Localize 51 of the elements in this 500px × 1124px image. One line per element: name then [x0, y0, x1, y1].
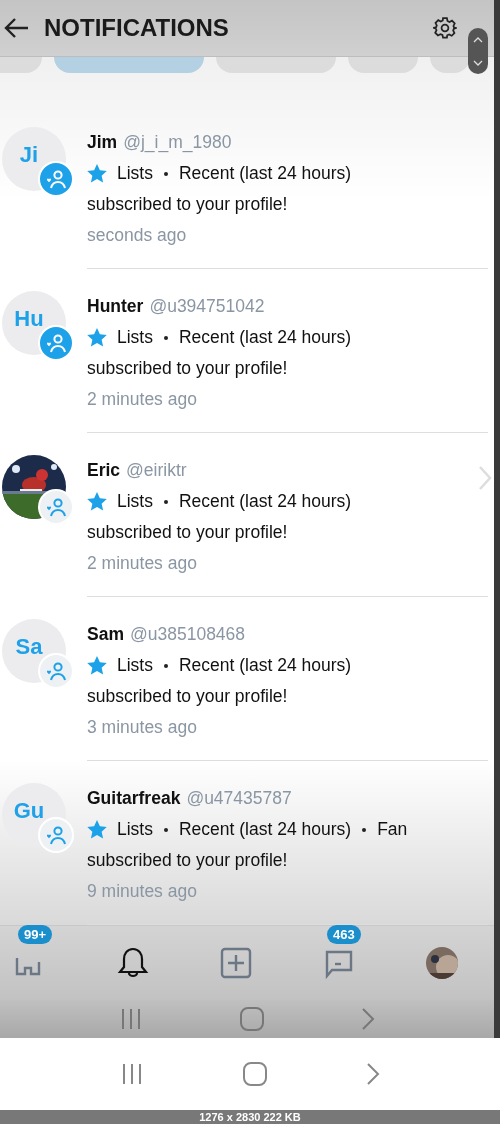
notification-time: 2 minutes ago [87, 553, 197, 574]
home-icon[interactable] [243, 1062, 267, 1086]
list-tag[interactable]: Recent (last 24 hours) [179, 163, 352, 184]
notification-message: subscribed to your profile! [87, 358, 288, 379]
notification-message: subscribed to your profile! [87, 194, 288, 215]
list-tag[interactable]: Lists [117, 655, 153, 676]
separator-dot [164, 827, 168, 832]
user-name[interactable]: Eric [87, 460, 121, 481]
count-badge: 463 [327, 925, 361, 944]
separator-dot [164, 171, 168, 176]
list-tag[interactable]: Recent (last 24 hours) [179, 491, 352, 512]
notification-message: subscribed to your profile! [87, 850, 288, 871]
settings-button[interactable] [432, 15, 458, 41]
chevron-right-icon[interactable] [361, 1007, 376, 1031]
add-icon[interactable] [220, 947, 252, 979]
bell-icon[interactable] [116, 946, 150, 980]
chevron-right-icon[interactable] [366, 1062, 381, 1086]
notification-message: subscribed to your profile! [87, 686, 288, 707]
star-icon [87, 164, 107, 183]
star-icon [87, 328, 107, 347]
user-name[interactable]: Hunter [87, 296, 144, 317]
notification-message: subscribed to your profile! [87, 522, 288, 543]
user-name[interactable]: Sam [87, 624, 124, 645]
list-tag[interactable]: Lists [117, 163, 153, 184]
list-tag[interactable]: Recent (last 24 hours) [179, 327, 352, 348]
star-icon [87, 820, 107, 839]
separator-dot [362, 827, 367, 832]
back-button[interactable] [4, 17, 30, 39]
separator-dot [164, 663, 168, 668]
count-badge: 99+ [18, 925, 53, 944]
user-name[interactable]: Jim [87, 132, 118, 153]
notification-time: seconds ago [87, 225, 187, 246]
page-title: NOTIFICATIONS [44, 14, 230, 42]
notification-time: 2 minutes ago [87, 389, 197, 410]
star-icon [87, 492, 107, 511]
list-tag[interactable]: Recent (last 24 hours) [179, 819, 352, 840]
list-tag[interactable]: Fan [377, 819, 408, 840]
notification-time: 3 minutes ago [87, 717, 197, 738]
separator-dot [164, 499, 168, 504]
scroll-buttons[interactable] [468, 28, 488, 74]
home-icon[interactable] [240, 1007, 264, 1031]
star-icon [87, 656, 107, 675]
notification-time: 9 minutes ago [87, 881, 197, 902]
user-name[interactable]: Guitarfreak [87, 788, 181, 809]
list-tag[interactable]: Recent (last 24 hours) [179, 655, 352, 676]
profile-avatar[interactable] [426, 947, 458, 979]
list-tag[interactable]: Lists [117, 491, 153, 512]
list-tag[interactable]: Lists [117, 819, 153, 840]
separator-dot [164, 335, 168, 340]
list-tag[interactable]: Lists [117, 327, 153, 348]
image-info: 1276 x 2830 222 KB [199, 1110, 301, 1124]
